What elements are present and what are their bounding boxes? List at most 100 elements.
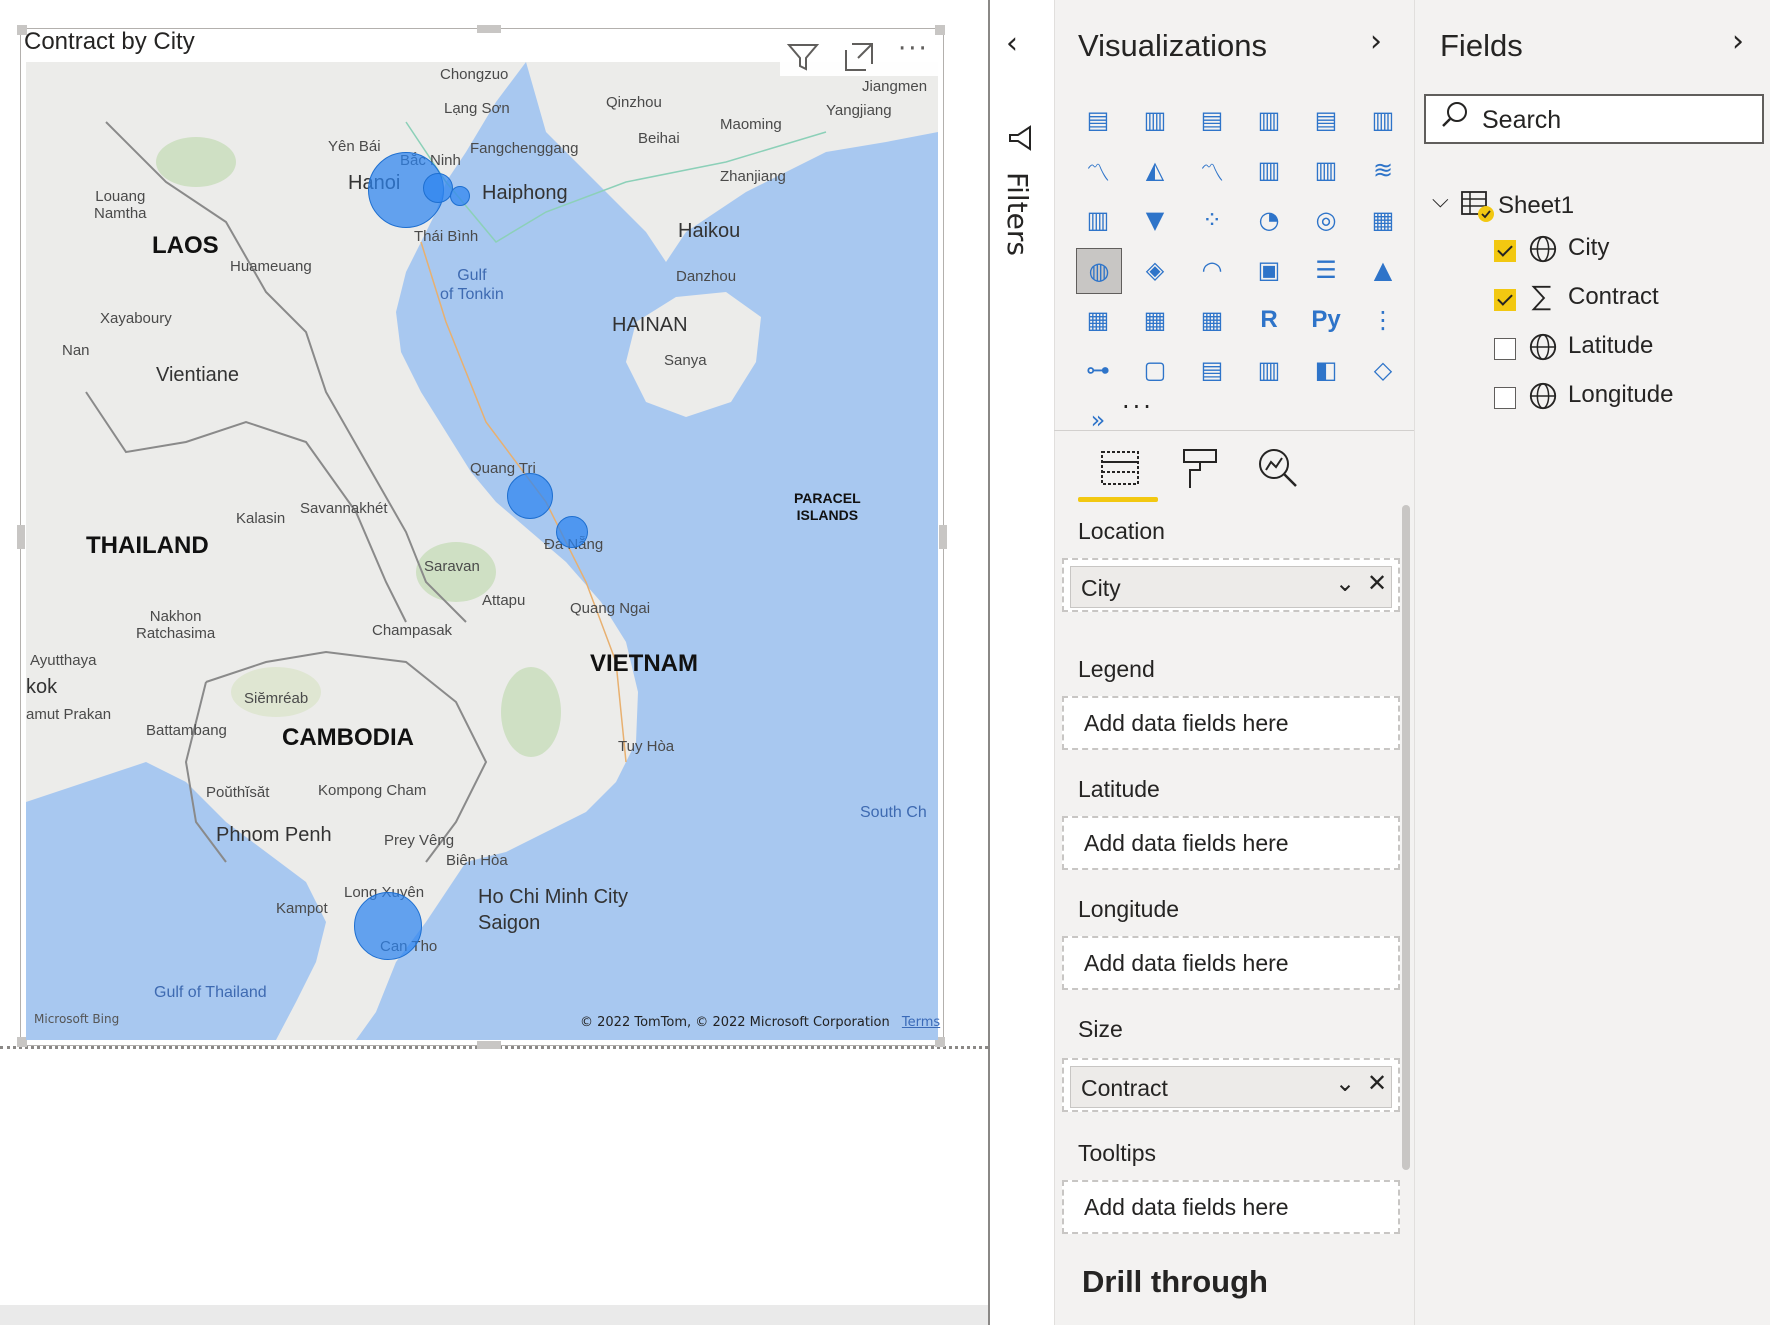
viz-scrollbar[interactable] bbox=[1402, 505, 1410, 1170]
waterfall-chart-icon[interactable]: ▥ bbox=[1076, 198, 1120, 242]
power-automate-icon[interactable]: » bbox=[1076, 398, 1120, 442]
map-label-south-china-sea: South Ch bbox=[860, 804, 927, 821]
scatter-chart-icon[interactable]: ⁘ bbox=[1190, 198, 1234, 242]
map-icon[interactable]: ◍ bbox=[1076, 248, 1122, 294]
funnel-chart-icon[interactable]: ▼ bbox=[1133, 198, 1177, 242]
resize-handle[interactable] bbox=[935, 25, 945, 35]
clustered-bar-chart-icon[interactable]: ▤ bbox=[1190, 98, 1234, 142]
100-stacked-column-chart-icon[interactable]: ▥ bbox=[1361, 98, 1405, 142]
more-visuals-icon[interactable]: ... bbox=[1122, 386, 1154, 414]
map-bubble-bac-ninh[interactable] bbox=[423, 173, 453, 203]
well-label-longitude: Longitude bbox=[1078, 896, 1180, 922]
tree-expand-chevron-icon[interactable]: ⌵ bbox=[1432, 188, 1449, 213]
line-chart-icon[interactable]: 〽 bbox=[1076, 148, 1120, 192]
treemap-icon[interactable]: ▦ bbox=[1361, 198, 1405, 242]
more-options-icon[interactable]: ··· bbox=[898, 34, 929, 64]
resize-handle[interactable] bbox=[477, 25, 501, 33]
map-label-louang-namtha: Louang Namtha bbox=[94, 188, 147, 222]
chevron-down-icon[interactable]: ⌄ bbox=[1335, 1069, 1355, 1097]
fields-tab-icon[interactable] bbox=[1100, 448, 1140, 488]
map-label-maoming: Maoming bbox=[720, 116, 782, 133]
table-icon[interactable]: ▦ bbox=[1133, 298, 1177, 342]
attribution-text: © 2022 TomTom, © 2022 Microsoft Corporat… bbox=[580, 1015, 890, 1030]
kpi-icon[interactable]: ▲ bbox=[1361, 248, 1405, 292]
remove-field-close-icon[interactable]: ✕ bbox=[1367, 1069, 1387, 1097]
map-label-bangkok: kok bbox=[26, 676, 58, 698]
canvas-bottom-bar bbox=[0, 1305, 988, 1325]
map-bubble-da-nang[interactable] bbox=[556, 516, 588, 548]
power-apps-icon[interactable]: ◇ bbox=[1361, 348, 1405, 392]
filters-pane-label[interactable]: Filters bbox=[1001, 172, 1034, 256]
gauge-icon[interactable]: ◠ bbox=[1190, 248, 1234, 292]
stacked-area-chart-icon[interactable]: 〽 bbox=[1190, 148, 1234, 192]
pie-chart-icon[interactable]: ◔ bbox=[1247, 198, 1291, 242]
field-name-contract[interactable]: Contract bbox=[1568, 283, 1659, 311]
resize-handle[interactable] bbox=[939, 525, 947, 549]
filter-icon[interactable] bbox=[786, 40, 820, 74]
card-icon[interactable]: ▣ bbox=[1247, 248, 1291, 292]
key-influencers-icon[interactable]: ⋮ bbox=[1361, 298, 1405, 342]
globe-icon bbox=[1529, 382, 1557, 410]
field-checkbox-city[interactable] bbox=[1494, 240, 1516, 262]
map-label-attapu: Attapu bbox=[482, 592, 526, 609]
collapse-pane-chevron-left-icon[interactable]: ‹ bbox=[1006, 26, 1018, 61]
stacked-bar-chart-icon[interactable]: ▤ bbox=[1076, 98, 1120, 142]
matrix-icon[interactable]: ▦ bbox=[1190, 298, 1234, 342]
line-clustered-column-chart-icon[interactable]: ▥ bbox=[1247, 148, 1291, 192]
ribbon-chart-icon[interactable]: ≋ bbox=[1361, 148, 1405, 192]
well-legend[interactable]: Add data fields here bbox=[1062, 696, 1400, 750]
map-bubble-long-xuyen[interactable] bbox=[354, 892, 422, 960]
filled-map-icon[interactable]: ◈ bbox=[1133, 248, 1177, 292]
chevron-right-icon[interactable]: › bbox=[1732, 24, 1744, 59]
map-label-cambodia: CAMBODIA bbox=[282, 724, 414, 751]
map-area[interactable]: Chongzuo Lạng Sơn Qinzhou Jiangmen Maomi… bbox=[26, 62, 938, 1040]
smart-narrative-icon[interactable]: ▥ bbox=[1247, 348, 1291, 392]
multi-row-card-icon[interactable]: ☰ bbox=[1304, 248, 1348, 292]
field-name-latitude[interactable]: Latitude bbox=[1568, 332, 1653, 360]
python-visual-icon[interactable]: Py bbox=[1304, 298, 1348, 342]
map-label-kalasin: Kalasin bbox=[236, 510, 286, 527]
r-script-visual-icon[interactable]: R bbox=[1247, 298, 1291, 342]
terms-link[interactable]: Terms bbox=[902, 1015, 940, 1030]
well-field-contract[interactable]: Contract ⌄ ✕ bbox=[1070, 1066, 1392, 1108]
well-size[interactable]: Contract ⌄ ✕ bbox=[1062, 1058, 1400, 1112]
map-label-gulf-of-thailand: Gulf of Thailand bbox=[154, 984, 267, 1001]
remove-field-close-icon[interactable]: ✕ bbox=[1367, 569, 1387, 597]
well-field-city[interactable]: City ⌄ ✕ bbox=[1070, 566, 1392, 608]
paginated-report-icon[interactable]: ▤ bbox=[1190, 348, 1234, 392]
map-label-jiangmen: Jiangmen bbox=[862, 78, 928, 95]
chevron-right-icon[interactable]: › bbox=[1370, 24, 1382, 59]
clustered-column-chart-icon[interactable]: ▥ bbox=[1247, 98, 1291, 142]
well-longitude[interactable]: Add data fields here bbox=[1062, 936, 1400, 990]
focus-mode-icon[interactable] bbox=[842, 40, 876, 74]
stacked-column-chart-icon[interactable]: ▥ bbox=[1133, 98, 1177, 142]
slicer-icon[interactable]: ▦ bbox=[1076, 298, 1120, 342]
map-label-chongzuo: Chongzuo bbox=[440, 66, 509, 83]
decomposition-tree-icon[interactable]: ⊶ bbox=[1076, 348, 1120, 392]
drill-through-heading[interactable]: Drill through bbox=[1082, 1264, 1268, 1300]
well-latitude[interactable]: Add data fields here bbox=[1062, 816, 1400, 870]
well-tooltips[interactable]: Add data fields here bbox=[1062, 1180, 1400, 1234]
well-location[interactable]: City ⌄ ✕ bbox=[1062, 558, 1400, 612]
fields-search-input[interactable] bbox=[1424, 94, 1764, 144]
resize-handle[interactable] bbox=[17, 525, 25, 549]
chevron-down-icon[interactable]: ⌄ bbox=[1335, 569, 1355, 597]
field-name-longitude[interactable]: Longitude bbox=[1568, 381, 1673, 409]
100-stacked-bar-chart-icon[interactable]: ▤ bbox=[1304, 98, 1348, 142]
area-chart-icon[interactable]: ◭ bbox=[1133, 148, 1177, 192]
line-stacked-column-chart-icon[interactable]: ▥ bbox=[1304, 148, 1348, 192]
donut-chart-icon[interactable]: ◎ bbox=[1304, 198, 1348, 242]
table-name[interactable]: Sheet1 bbox=[1498, 192, 1574, 220]
field-checkbox-contract[interactable] bbox=[1494, 289, 1516, 311]
analytics-magnifier-icon[interactable] bbox=[1256, 446, 1300, 490]
map-bubble-haiphong[interactable] bbox=[450, 186, 470, 206]
resize-handle[interactable] bbox=[477, 1041, 501, 1049]
field-checkbox-latitude[interactable] bbox=[1494, 338, 1516, 360]
field-name-city[interactable]: City bbox=[1568, 234, 1609, 262]
field-checkbox-longitude[interactable] bbox=[1494, 387, 1516, 409]
arcgis-map-icon[interactable]: ◧ bbox=[1304, 348, 1348, 392]
map-bubble-quang-tri[interactable] bbox=[507, 473, 553, 519]
map-label-zhanjiang: Zhanjiang bbox=[720, 168, 786, 185]
map-label-gulf-of-tonkin: Gulf of Tonkin bbox=[440, 267, 504, 303]
format-paint-roller-icon[interactable] bbox=[1180, 446, 1220, 490]
